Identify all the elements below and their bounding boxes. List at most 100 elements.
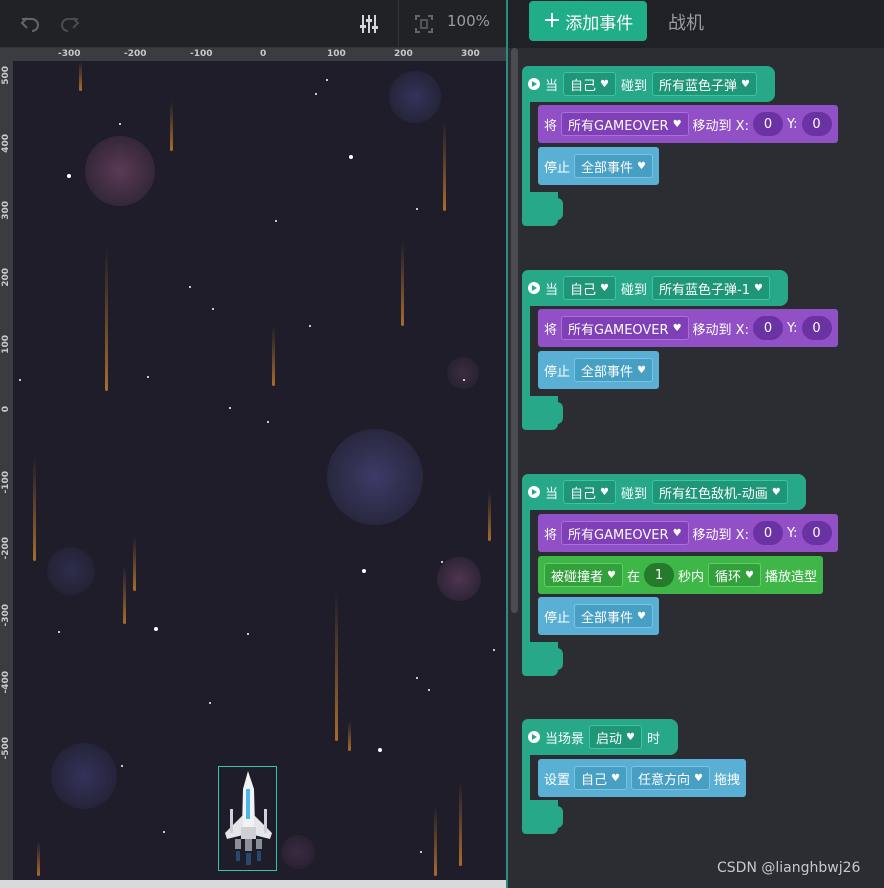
star bbox=[212, 308, 214, 310]
planet-decoration bbox=[327, 429, 423, 525]
scene-event-dropdown[interactable]: 启动 bbox=[589, 725, 642, 749]
x-input[interactable]: 0 bbox=[752, 521, 783, 545]
redo-icon[interactable] bbox=[58, 12, 82, 36]
planet-decoration bbox=[389, 71, 441, 123]
ruler-tick: 0 bbox=[260, 49, 267, 59]
stop-target-dropdown[interactable]: 全部事件 bbox=[574, 358, 653, 382]
add-event-button[interactable]: + 添加事件 bbox=[529, 1, 647, 41]
sprite-dropdown[interactable]: 所有GAMEOVER bbox=[561, 316, 689, 340]
ruler-tick: 300 bbox=[461, 49, 480, 59]
block-label: 秒内 bbox=[678, 569, 705, 585]
block-label: 移动到 X: bbox=[692, 322, 749, 338]
move-to-block[interactable]: 将 所有GAMEOVER 移动到 X: 0 Y: 0 bbox=[538, 309, 838, 347]
meteor-trail bbox=[348, 721, 351, 751]
star bbox=[309, 325, 311, 327]
scene-start-hat-block[interactable]: 当场景 启动 时 bbox=[522, 719, 679, 755]
ruler-tick: -200 bbox=[1, 537, 11, 560]
move-to-block[interactable]: 将 所有GAMEOVER 移动到 X: 0 Y: 0 bbox=[538, 105, 838, 143]
star bbox=[229, 407, 231, 409]
stop-block[interactable]: 停止 全部事件 bbox=[538, 351, 659, 389]
meteor-trail bbox=[335, 591, 338, 741]
star bbox=[326, 79, 328, 81]
target-dropdown[interactable]: 所有蓝色子弹 bbox=[652, 72, 757, 96]
sprite-dropdown[interactable]: 所有GAMEOVER bbox=[561, 112, 689, 136]
play-icon bbox=[528, 282, 540, 294]
block-label: 停止 bbox=[544, 160, 571, 176]
star bbox=[119, 123, 121, 125]
block-label: 停止 bbox=[544, 364, 571, 380]
game-stage[interactable] bbox=[13, 61, 506, 880]
meteor-trail bbox=[123, 566, 126, 624]
sprite-dropdown[interactable]: 所有GAMEOVER bbox=[561, 521, 689, 545]
block-label: 在 bbox=[626, 569, 640, 585]
meteor-trail bbox=[105, 246, 108, 391]
block-label: 移动到 X: bbox=[692, 118, 749, 134]
ruler-tick: 0 bbox=[1, 406, 11, 413]
y-input[interactable]: 0 bbox=[801, 316, 832, 340]
meteor-trail bbox=[459, 781, 462, 866]
toolbar-divider bbox=[398, 0, 399, 48]
stop-block[interactable]: 停止 全部事件 bbox=[538, 147, 659, 185]
subject-dropdown[interactable]: 自己 bbox=[563, 480, 616, 504]
stop-target-dropdown[interactable]: 全部事件 bbox=[574, 604, 653, 628]
y-input[interactable]: 0 bbox=[801, 521, 832, 545]
block-label: 将 bbox=[544, 322, 558, 338]
ruler-tick: 100 bbox=[327, 49, 346, 59]
star bbox=[416, 677, 418, 679]
ruler-tick: -400 bbox=[1, 671, 11, 694]
ruler-tick: 300 bbox=[1, 201, 11, 220]
ruler-vertical: 500 400 300 200 100 0 -100 -200 -300 -40… bbox=[0, 61, 13, 880]
target-dropdown[interactable]: 所有蓝色子弹-1 bbox=[652, 276, 770, 300]
star bbox=[378, 748, 382, 752]
subject-dropdown[interactable]: 自己 bbox=[563, 276, 616, 300]
sliders-icon[interactable] bbox=[357, 12, 381, 36]
meteor-trail bbox=[79, 61, 82, 91]
block-label: Y: bbox=[786, 525, 798, 541]
fit-screen-icon[interactable] bbox=[412, 12, 436, 36]
add-event-label: 添加事件 bbox=[565, 13, 634, 34]
vertical-scrollbar[interactable] bbox=[511, 48, 518, 613]
stop-block[interactable]: 停止 全部事件 bbox=[538, 597, 659, 635]
plus-icon: + bbox=[542, 8, 562, 33]
spaceship-sprite[interactable] bbox=[218, 766, 277, 871]
move-to-block[interactable]: 将 所有GAMEOVER 移动到 X: 0 Y: 0 bbox=[538, 514, 838, 552]
star bbox=[420, 851, 422, 853]
event-hat-block[interactable]: 当 自己 碰到 所有红色敌机-动画 bbox=[522, 474, 806, 510]
star bbox=[349, 155, 353, 159]
planet-decoration bbox=[51, 743, 117, 809]
event-hat-block[interactable]: 当 自己 碰到 所有蓝色子弹-1 bbox=[522, 270, 788, 306]
stop-target-dropdown[interactable]: 全部事件 bbox=[574, 154, 653, 178]
subject-dropdown[interactable]: 自己 bbox=[563, 72, 616, 96]
block-label: 播放造型 bbox=[765, 569, 818, 585]
script-end-cap bbox=[522, 192, 563, 226]
star bbox=[67, 174, 71, 178]
meteor-trail bbox=[434, 806, 437, 876]
ruler-tick: 500 bbox=[1, 66, 11, 85]
block-label: 将 bbox=[544, 118, 558, 134]
x-input[interactable]: 0 bbox=[752, 112, 783, 136]
code-workspace[interactable]: 当 自己 碰到 所有蓝色子弹 将 所有GAMEOVER 移动到 X: 0 Y: … bbox=[508, 48, 884, 888]
direction-dropdown[interactable]: 任意方向 bbox=[631, 766, 710, 790]
block-label: 设置 bbox=[544, 772, 571, 788]
seconds-input[interactable]: 1 bbox=[644, 563, 674, 587]
meteor-trail bbox=[272, 326, 275, 386]
sprite-dropdown[interactable]: 自己 bbox=[574, 766, 627, 790]
event-hat-block[interactable]: 当 自己 碰到 所有蓝色子弹 bbox=[522, 66, 775, 102]
undo-icon[interactable] bbox=[18, 12, 42, 36]
code-header: + 添加事件 战机 bbox=[508, 0, 884, 48]
play-animation-block[interactable]: 被碰撞者 在 1 秒内 循环 播放造型 bbox=[538, 556, 824, 594]
star bbox=[209, 702, 211, 704]
x-input[interactable]: 0 bbox=[752, 316, 783, 340]
loop-mode-dropdown[interactable]: 循环 bbox=[708, 563, 761, 587]
set-draggable-block[interactable]: 设置 自己 任意方向 拖拽 bbox=[538, 759, 746, 797]
target-dropdown[interactable]: 所有红色敌机-动画 bbox=[652, 480, 788, 504]
zoom-level[interactable]: 100% bbox=[447, 12, 490, 30]
ruler-tick: 400 bbox=[1, 134, 11, 153]
y-input[interactable]: 0 bbox=[801, 112, 832, 136]
stage-toolbar: 100% bbox=[0, 0, 506, 48]
collided-dropdown[interactable]: 被碰撞者 bbox=[544, 563, 623, 587]
ruler-tick: -300 bbox=[1, 604, 11, 627]
block-label: 移动到 X: bbox=[692, 527, 749, 543]
spaceship-icon bbox=[225, 771, 272, 865]
script-end-cap bbox=[522, 396, 563, 430]
